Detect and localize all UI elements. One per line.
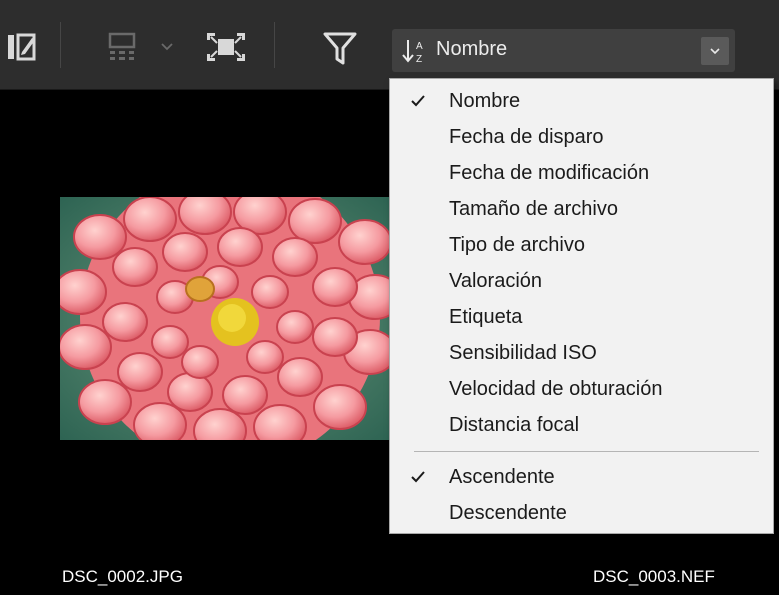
sort-dropdown-menu: Nombre Fecha de disparo Fecha de modific… <box>389 78 774 534</box>
menu-item-label: Descendente <box>449 502 567 524</box>
checkmark-icon <box>408 467 428 487</box>
menu-item-ascending[interactable]: Ascendente <box>390 459 773 495</box>
sort-select[interactable]: A Z Nombre <box>392 29 735 72</box>
menu-item-label: Tamaño de archivo <box>449 198 618 220</box>
menu-item-label: Valoración <box>449 270 543 292</box>
menu-item-descending[interactable]: Descendente <box>390 495 773 531</box>
menu-item-sort-file-type[interactable]: Tipo de archivo <box>390 227 773 263</box>
menu-item-label: Velocidad de obturación <box>449 378 663 400</box>
fullscreen-icon[interactable] <box>204 30 248 64</box>
menu-item-sort-rating[interactable]: Valoración <box>390 263 773 299</box>
menu-item-label: Fecha de disparo <box>449 126 604 148</box>
menu-separator <box>414 451 759 452</box>
menu-item-label: Distancia focal <box>449 414 580 436</box>
toolbar-separator <box>60 22 61 68</box>
chevron-down-icon[interactable] <box>701 37 729 65</box>
menu-item-label: Tipo de archivo <box>449 234 585 256</box>
sort-select-value: Nombre <box>436 38 508 60</box>
menu-item-sort-modified-date[interactable]: Fecha de modificación <box>390 155 773 191</box>
toolbar: A Z Nombre <box>0 0 779 90</box>
menu-item-sort-focal-length[interactable]: Distancia focal <box>390 407 773 443</box>
edit-icon[interactable] <box>6 30 42 64</box>
checkmark-icon <box>408 91 428 111</box>
sort-az-icon: A Z <box>400 37 428 65</box>
file-name: DSC_0003.NEF <box>593 567 715 586</box>
menu-item-label: Ascendente <box>449 466 555 488</box>
svg-text:Z: Z <box>416 54 422 65</box>
photo-thumbnail[interactable] <box>60 197 390 440</box>
menu-item-label: Fecha de modificación <box>449 162 650 184</box>
menu-item-sort-shutter-speed[interactable]: Velocidad de obturación <box>390 371 773 407</box>
grid-layout-icon[interactable] <box>106 30 146 64</box>
menu-item-sort-file-size[interactable]: Tamaño de archivo <box>390 191 773 227</box>
menu-item-sort-iso[interactable]: Sensibilidad ISO <box>390 335 773 371</box>
toolbar-separator <box>274 22 275 68</box>
menu-item-sort-shooting-date[interactable]: Fecha de disparo <box>390 119 773 155</box>
menu-item-label: Nombre <box>449 90 521 112</box>
menu-item-label: Sensibilidad ISO <box>449 342 597 364</box>
file-name: DSC_0002.JPG <box>62 567 183 586</box>
menu-item-label: Etiqueta <box>449 306 523 328</box>
filter-icon[interactable] <box>320 30 360 66</box>
chevron-down-icon[interactable] <box>160 40 174 54</box>
menu-item-sort-label[interactable]: Etiqueta <box>390 299 773 335</box>
svg-text:A: A <box>416 41 423 52</box>
menu-item-sort-name[interactable]: Nombre <box>390 83 773 119</box>
